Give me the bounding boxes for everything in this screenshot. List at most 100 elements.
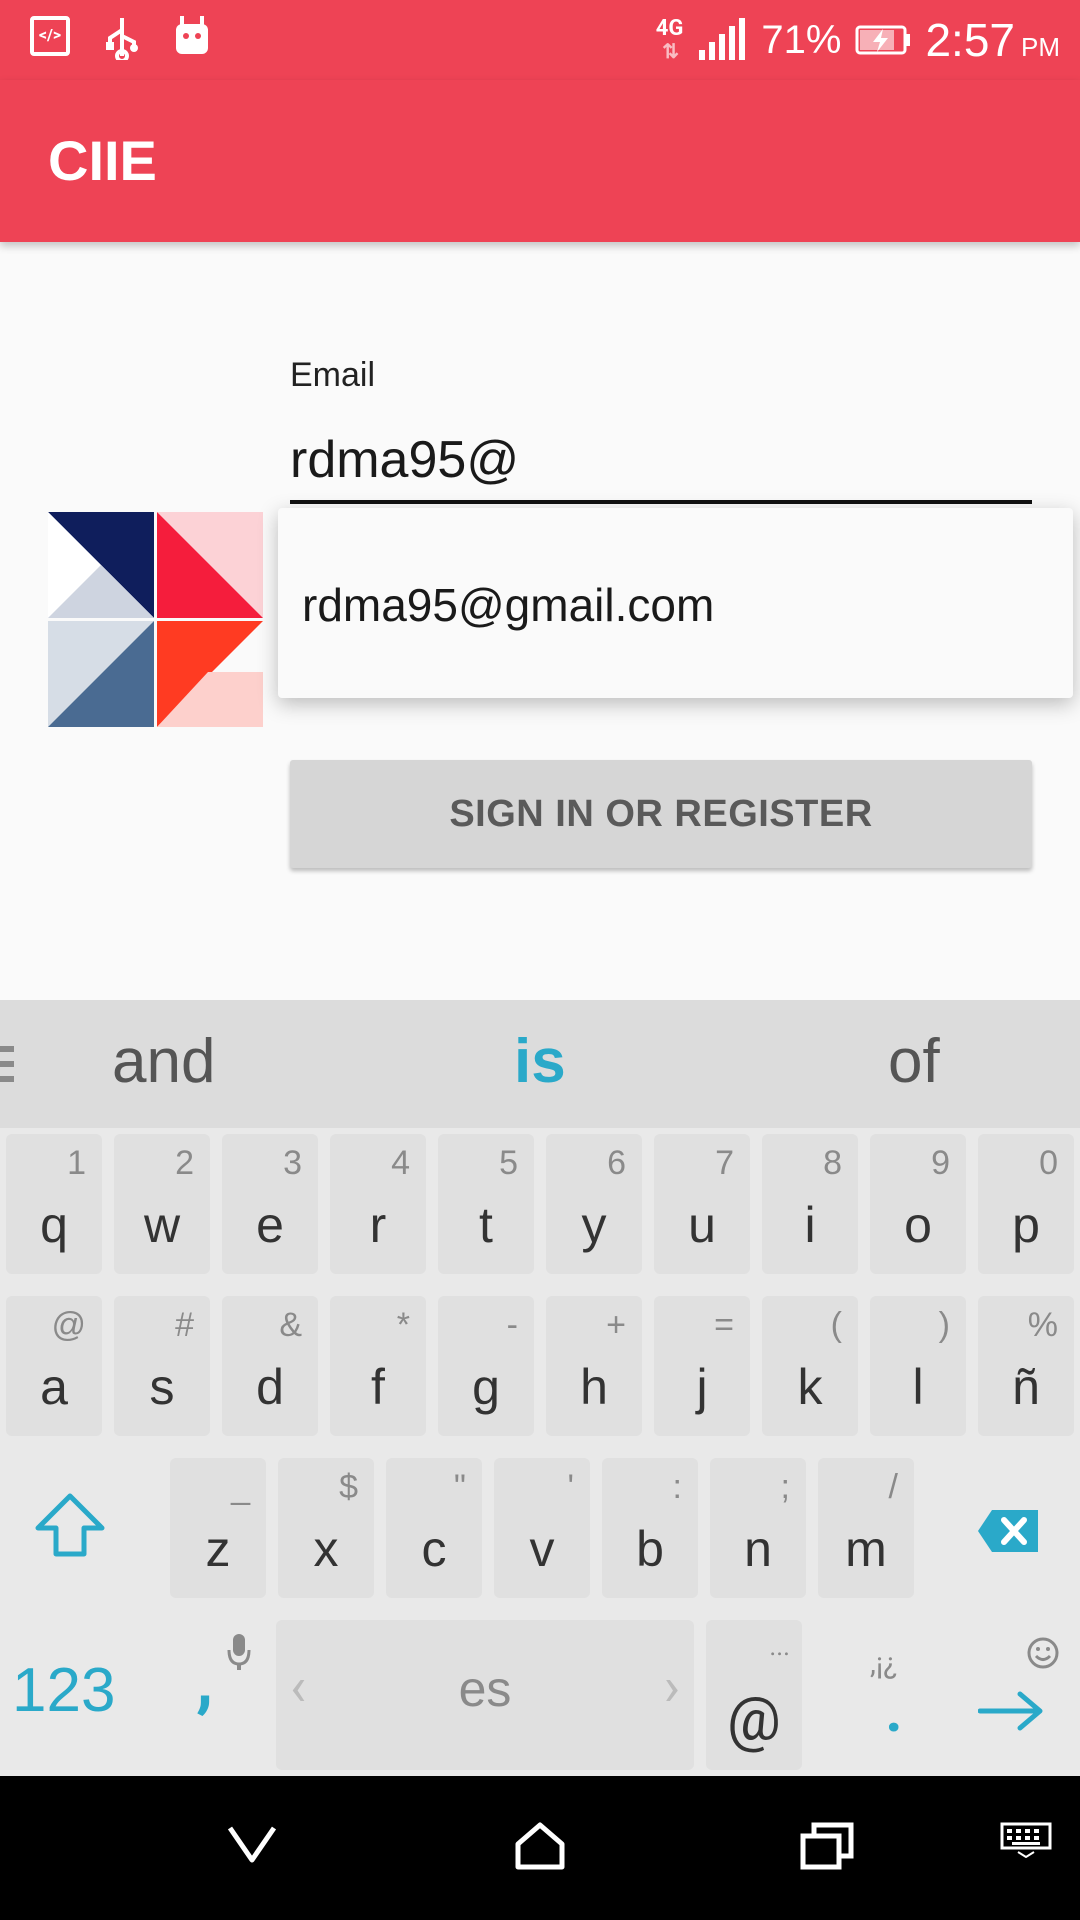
- space-language-label: es: [458, 1661, 512, 1717]
- key-q[interactable]: 1q: [6, 1134, 102, 1274]
- space-bar[interactable]: ‹ es ›: [276, 1620, 694, 1770]
- key-t[interactable]: 5t: [438, 1134, 534, 1274]
- key-label: ñ: [1012, 1359, 1040, 1415]
- key-hint: -: [506, 1306, 518, 1344]
- key-hint: ': [567, 1468, 575, 1506]
- key-hint: %: [1027, 1306, 1058, 1344]
- key-hint: 1: [67, 1144, 86, 1182]
- key-label: m: [845, 1521, 887, 1577]
- key-v[interactable]: ' v: [494, 1458, 590, 1598]
- key-hint: 6: [607, 1144, 626, 1182]
- key-h[interactable]: + h: [546, 1296, 642, 1436]
- key-w[interactable]: 2w: [114, 1134, 210, 1274]
- shift-icon[interactable]: [34, 1492, 106, 1558]
- key-hint: &: [279, 1306, 302, 1344]
- comma-key[interactable]: ,: [196, 1640, 213, 1722]
- key-p[interactable]: 0p: [978, 1134, 1074, 1274]
- at-key[interactable]: ... @: [706, 1620, 802, 1770]
- key-label: y: [581, 1197, 607, 1253]
- key-hint: 3: [283, 1144, 302, 1182]
- key-label: e: [256, 1197, 284, 1253]
- key-s[interactable]: # s: [114, 1296, 210, 1436]
- key-b[interactable]: :b: [602, 1458, 698, 1598]
- signal-icon: [699, 18, 746, 60]
- key-hint: 9: [931, 1144, 950, 1182]
- key-i[interactable]: 8i: [762, 1134, 858, 1274]
- key-label: n: [744, 1521, 772, 1577]
- usb-icon: [106, 18, 138, 60]
- key-label: u: [688, 1197, 716, 1253]
- key-l[interactable]: ) l: [870, 1296, 966, 1436]
- key-hint: #: [175, 1306, 194, 1344]
- key-hint: :: [672, 1468, 682, 1506]
- word-suggestion-primary[interactable]: is: [514, 1026, 566, 1097]
- key-r[interactable]: 4r: [330, 1134, 426, 1274]
- key-hint: (: [830, 1306, 842, 1344]
- keyboard-icon[interactable]: [1000, 1822, 1052, 1858]
- key-d[interactable]: & d: [222, 1296, 318, 1436]
- period-key[interactable]: ,¡¿ .: [846, 1620, 942, 1770]
- key-n[interactable]: ; n: [710, 1458, 806, 1598]
- key-hint: _: [231, 1468, 250, 1506]
- word-suggestion[interactable]: of: [888, 1026, 940, 1097]
- key-hint: ): [938, 1306, 950, 1344]
- status-bar: </> 4G ⇅ 71% 2:57 PM: [0, 0, 1080, 80]
- key-hint: 7: [715, 1144, 734, 1182]
- key-label: b: [636, 1521, 664, 1577]
- chevron-right-icon: ›: [663, 1656, 680, 1719]
- key-a[interactable]: @ a: [6, 1296, 102, 1436]
- key-label: r: [369, 1197, 387, 1253]
- key-o[interactable]: 9o: [870, 1134, 966, 1274]
- key-j[interactable]: = j: [654, 1296, 750, 1436]
- key-label: l: [912, 1359, 924, 1415]
- numbers-key[interactable]: 123: [12, 1655, 115, 1726]
- recent-apps-icon[interactable]: [800, 1822, 854, 1870]
- battery-charging-icon: [855, 25, 911, 55]
- key-label: j: [696, 1359, 708, 1415]
- key-f[interactable]: * f: [330, 1296, 426, 1436]
- app-bar: CIIE: [0, 80, 1080, 242]
- key-g[interactable]: -g: [438, 1296, 534, 1436]
- key-n-tilde[interactable]: % ñ: [978, 1296, 1074, 1436]
- key-hint: 0: [1039, 1144, 1058, 1182]
- key-label: z: [205, 1521, 231, 1577]
- data-arrows-icon: ⇅: [662, 39, 679, 63]
- key-label: v: [529, 1521, 555, 1577]
- microphone-icon: [227, 1634, 251, 1670]
- key-label: t: [479, 1197, 493, 1253]
- suggestion-menu-icon[interactable]: [0, 1046, 16, 1082]
- key-y[interactable]: 6y: [546, 1134, 642, 1274]
- key-m[interactable]: / m: [818, 1458, 914, 1598]
- autocomplete-suggestion[interactable]: rdma95@gmail.com: [302, 578, 714, 632]
- key-hint: @: [51, 1306, 86, 1344]
- key-hint: *: [396, 1306, 410, 1344]
- back-chevron-down-icon[interactable]: [226, 1822, 278, 1866]
- emoji-icon[interactable]: [1026, 1636, 1060, 1670]
- network-type-label: 4G: [655, 16, 684, 41]
- key-label: a: [40, 1359, 68, 1415]
- backspace-icon[interactable]: [976, 1508, 1042, 1554]
- sign-in-or-register-button[interactable]: SIGN IN OR REGISTER: [290, 760, 1032, 868]
- key-e[interactable]: 3e: [222, 1134, 318, 1274]
- navigation-bar: [0, 1776, 1080, 1920]
- enter-arrow-icon[interactable]: [978, 1690, 1044, 1732]
- at-key-label: @: [727, 1683, 781, 1754]
- key-hint: 5: [499, 1144, 518, 1182]
- key-label: h: [580, 1359, 608, 1415]
- key-u[interactable]: 7u: [654, 1134, 750, 1274]
- home-icon[interactable]: [514, 1822, 566, 1870]
- word-suggestion[interactable]: and: [112, 1026, 215, 1097]
- key-hint: +: [606, 1306, 626, 1344]
- email-input[interactable]: [290, 420, 1032, 504]
- key-x[interactable]: $ x: [278, 1458, 374, 1598]
- key-c[interactable]: " c: [386, 1458, 482, 1598]
- at-key-hint: ...: [769, 1632, 790, 1662]
- key-k[interactable]: (k: [762, 1296, 858, 1436]
- app-title: CIIE: [48, 129, 157, 192]
- clock-time: 2:57: [925, 14, 1015, 66]
- email-label: Email: [290, 356, 376, 394]
- key-label: f: [371, 1359, 385, 1415]
- key-z[interactable]: _ z: [170, 1458, 266, 1598]
- clock-ampm: PM: [1021, 32, 1060, 62]
- key-hint: 4: [391, 1144, 410, 1182]
